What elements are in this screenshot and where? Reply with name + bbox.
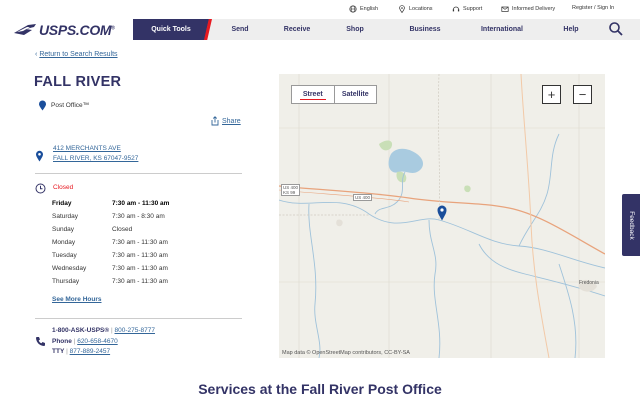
page-title: FALL RIVER (34, 74, 122, 90)
search-icon[interactable] (608, 21, 624, 37)
town-label-fredonia: Fredonia (579, 280, 599, 286)
hours-day: Wednesday (52, 265, 87, 272)
location-map[interactable]: US 400 KS 99 US 400 Fredonia Street Sate… (279, 74, 605, 358)
location-pin-icon (36, 150, 43, 162)
share-label: Share (222, 117, 241, 125)
feedback-tab[interactable]: Feedback (622, 194, 640, 256)
share-button[interactable]: Share (211, 116, 241, 126)
eagle-logo-icon (14, 24, 36, 35)
location-pin-icon (39, 100, 46, 111)
map-attribution: Map data © OpenStreetMap contributors, C… (282, 350, 410, 356)
nav-send[interactable]: Send (227, 19, 253, 40)
support-link[interactable]: Support (452, 5, 482, 13)
register-label: Register / Sign In (572, 5, 615, 11)
map-satellite-button[interactable]: Satellite (335, 86, 377, 103)
separator: | (66, 348, 68, 355)
contact-info: 1-800-ASK-USPS® | 800-275-8777 Phone | 6… (52, 326, 155, 358)
nav-shop[interactable]: Shop (343, 19, 367, 40)
zoom-in-button[interactable]: + (542, 85, 561, 104)
ask-usps-label: 1-800-ASK-USPS® (52, 327, 110, 334)
location-type: Post Office™ (38, 100, 89, 111)
address-line-2: FALL RIVER, KS 67047-9527 (53, 155, 139, 162)
tty-label: TTY (52, 348, 65, 355)
hours-time: 7:30 am - 11:30 am (112, 252, 168, 259)
chevron-left-icon: ‹ (35, 51, 38, 58)
globe-icon (349, 5, 357, 13)
phone-icon (36, 337, 45, 346)
nav-international[interactable]: International (477, 19, 527, 40)
separator: | (110, 327, 113, 334)
location-pin-icon (399, 5, 405, 13)
logo-text: USPS.COM® (39, 22, 115, 38)
locations-label: Locations (409, 6, 433, 12)
hours-day: Saturday (52, 213, 79, 220)
nav-help[interactable]: Help (560, 19, 582, 40)
informed-delivery-label: Informed Delivery (512, 6, 556, 12)
address-link[interactable]: 412 MERCHANTS AVE FALL RIVER, KS 67047-9… (53, 144, 138, 164)
informed-delivery-link[interactable]: Informed Delivery (501, 5, 555, 13)
register-sign-in-link[interactable]: Register / Sign In (572, 5, 614, 11)
return-to-search-label: Return to Search Results (39, 51, 118, 58)
hours-time: 7:30 am - 11:30 am (112, 278, 168, 285)
tty-number-link[interactable]: 877-889-2457 (70, 348, 110, 355)
utility-bar: English Locations Support Informed Deliv… (0, 0, 640, 20)
feedback-label: Feedback (627, 210, 635, 240)
hours-day: Tuesday (52, 252, 77, 259)
support-label: Support (463, 6, 483, 12)
hours-day: Monday (52, 239, 76, 246)
usps-logo[interactable]: USPS.COM® (14, 22, 115, 38)
locations-link[interactable]: Locations (398, 5, 433, 13)
route-label-us400-ks99: US 400 KS 99 (281, 184, 301, 196)
status-badge: Closed (53, 184, 74, 191)
divider (35, 318, 242, 319)
nav-quick-tools[interactable]: Quick Tools (133, 19, 209, 40)
hours-time: Closed (112, 226, 133, 233)
hours-time: 7:30 am - 11:30 am (112, 239, 168, 246)
return-to-search-link[interactable]: ‹ Return to Search Results (35, 51, 118, 58)
address-line-1: 412 MERCHANTS AVE (53, 145, 121, 152)
separator: | (73, 337, 76, 345)
hours-day: Sunday (52, 226, 75, 233)
phone-label: Phone (52, 337, 72, 345)
language-label: English (360, 6, 379, 12)
services-heading: Services at the Fall River Post Office (198, 381, 442, 397)
route-label-us400: US 400 (353, 194, 373, 201)
location-type-label: Post Office™ (51, 102, 90, 109)
share-icon (211, 116, 219, 126)
map-type-toggle: Street Satellite (291, 85, 377, 104)
hours-time: 7:30 am - 8:30 am (112, 213, 165, 220)
nav-receive[interactable]: Receive (279, 19, 315, 40)
language-link[interactable]: English (349, 5, 378, 13)
map-street-button[interactable]: Street (292, 86, 335, 103)
hours-day: Friday (52, 200, 72, 207)
hours-time: 7:30 am - 11:30 am (112, 200, 170, 207)
divider (35, 173, 242, 174)
hours-time: 7:30 am - 11:30 am (112, 265, 168, 272)
nav-business[interactable]: Business (405, 19, 445, 40)
support-icon (452, 6, 460, 12)
phone-row: Phone | 620-658-4670 (52, 337, 155, 348)
clock-icon (35, 183, 46, 194)
hours-day: Thursday (52, 278, 80, 285)
ask-usps-row: 1-800-ASK-USPS® | 800-275-8777 (52, 326, 155, 337)
ask-usps-number-link[interactable]: 800-275-8777 (115, 327, 155, 334)
see-more-hours-link[interactable]: See More Hours (52, 296, 102, 303)
phone-number-link[interactable]: 620-658-4670 (77, 338, 117, 345)
mail-icon (501, 6, 509, 12)
zoom-out-button[interactable]: − (573, 85, 592, 104)
tty-row: TTY | 877-889-2457 (52, 347, 155, 358)
map-marker-icon[interactable] (437, 205, 447, 221)
